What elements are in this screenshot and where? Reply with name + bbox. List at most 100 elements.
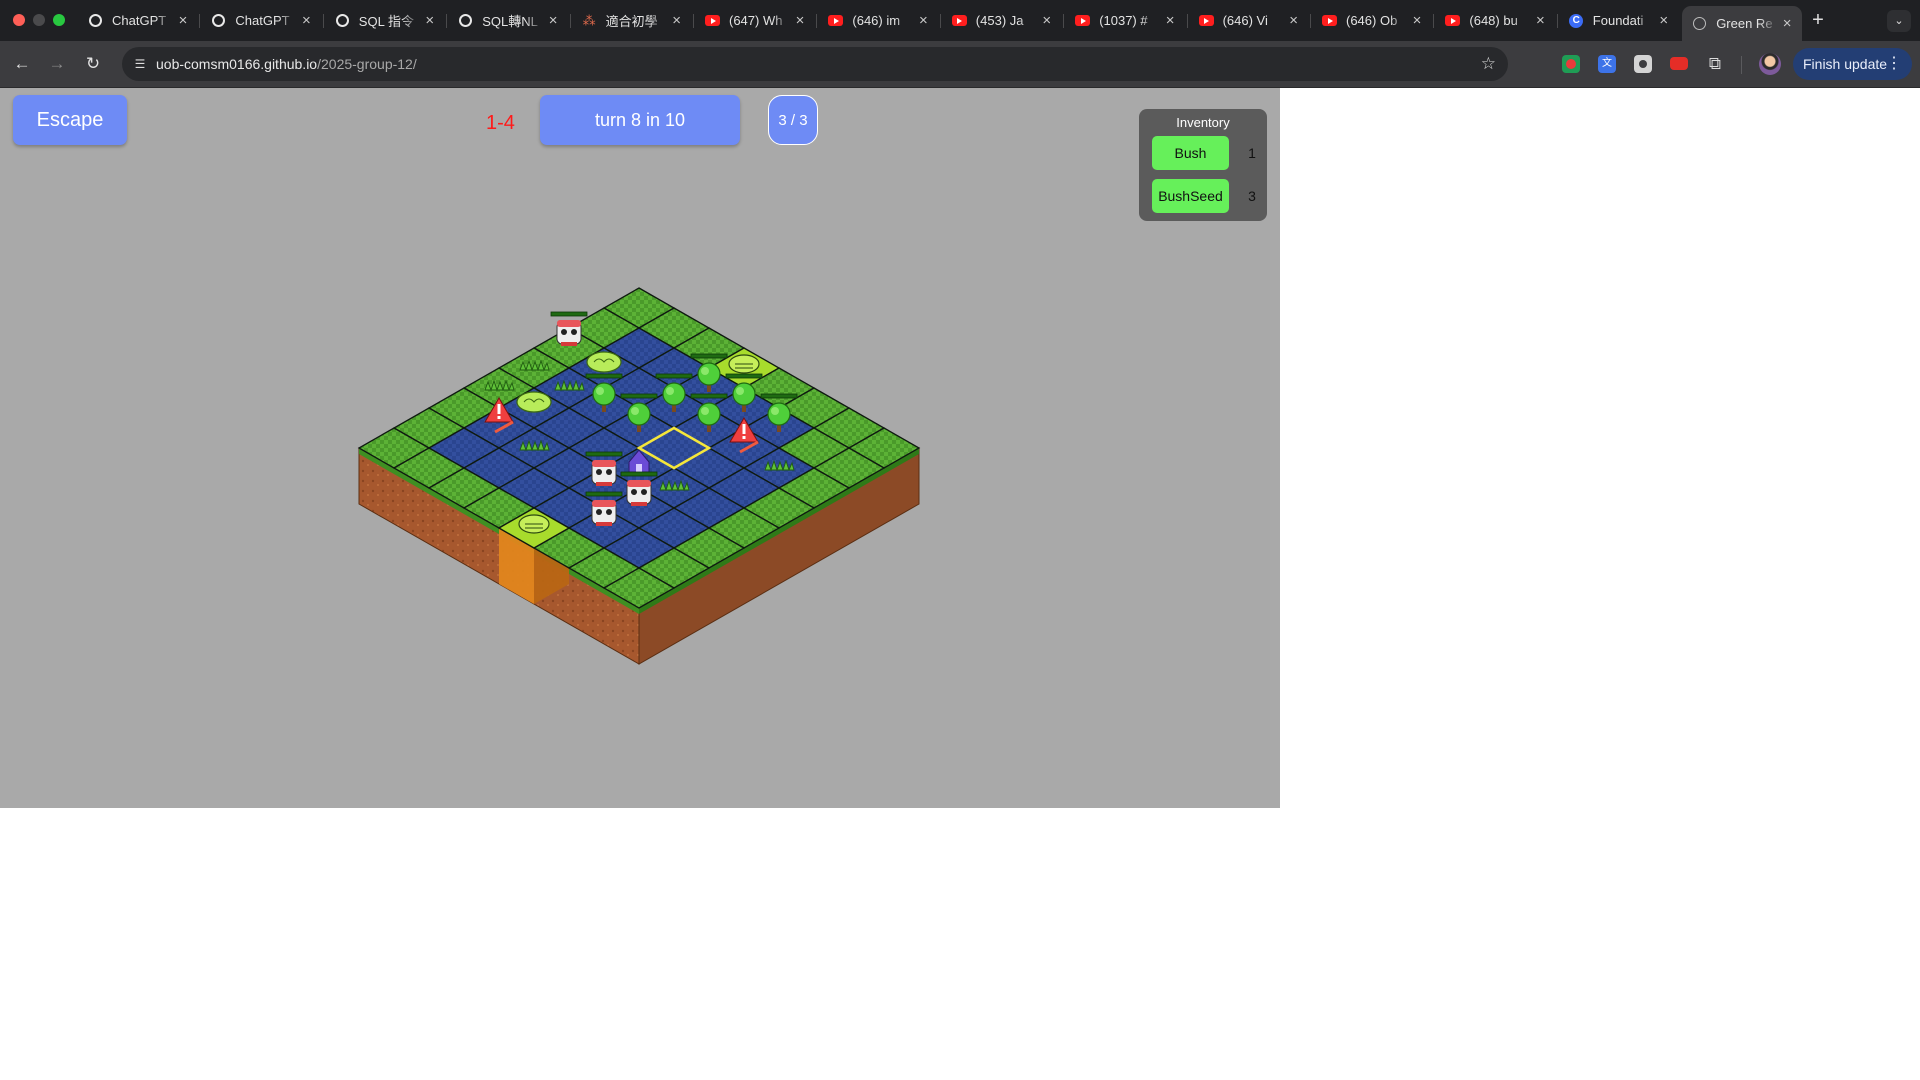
- extension-youtube-icon[interactable]: [1670, 57, 1688, 70]
- browser-tab[interactable]: (1037) # ×: [1065, 6, 1185, 35]
- robot-eye: [571, 329, 577, 335]
- inventory-panel: Inventory Bush 1 BushSeed 3: [1139, 109, 1267, 221]
- extension-translate-icon[interactable]: 文: [1598, 55, 1616, 73]
- close-tab-icon[interactable]: ×: [1408, 12, 1426, 29]
- browser-tab[interactable]: Green Re ×: [1682, 6, 1803, 41]
- tab-title: ChatGPT: [112, 13, 167, 28]
- more-menu-icon[interactable]: ⋮: [1886, 48, 1902, 80]
- tab-separator: [1063, 14, 1065, 28]
- warning-mark: [497, 404, 501, 414]
- tree-highlight: [666, 387, 674, 395]
- tab-search-button[interactable]: ⌄: [1887, 10, 1911, 32]
- url-text[interactable]: uob-comsm0166.github.io/2025-group-12/: [156, 56, 417, 72]
- tab-separator: [1186, 14, 1188, 28]
- youtube-icon: [1445, 13, 1461, 28]
- tree-canopy: [732, 382, 756, 406]
- tab-separator: [446, 14, 448, 28]
- browser-tab[interactable]: SQL 指令 ×: [325, 6, 445, 35]
- browser-toolbar: ← → ↻ ☰ uob-comsm0166.github.io/2025-gro…: [0, 41, 1920, 88]
- warning-mark: [742, 424, 746, 434]
- close-tab-icon[interactable]: ×: [421, 12, 439, 29]
- close-tab-icon[interactable]: ×: [174, 12, 192, 29]
- turn-counter-button[interactable]: turn 8 in 10: [540, 95, 740, 145]
- health-bar: [655, 373, 693, 379]
- tab-title: (646) Vi: [1222, 13, 1268, 28]
- forward-arrow-icon[interactable]: →: [44, 51, 70, 77]
- robot-cap: [592, 500, 616, 507]
- extension-record-icon[interactable]: [1562, 55, 1580, 73]
- new-tab-button[interactable]: +: [1808, 8, 1828, 32]
- close-tab-icon[interactable]: ×: [1655, 12, 1673, 29]
- warning-dot: [497, 416, 501, 419]
- address-bar[interactable]: ☰ uob-comsm0166.github.io/2025-group-12/…: [122, 47, 1508, 81]
- close-tab-icon[interactable]: ×: [1531, 12, 1549, 29]
- health-bar: [620, 393, 658, 399]
- close-tab-icon[interactable]: ×: [1778, 15, 1796, 32]
- tab-title: SQL 指令: [358, 14, 414, 29]
- close-tab-icon[interactable]: ×: [544, 12, 562, 29]
- robot-cap: [627, 480, 651, 487]
- window-close-button[interactable]: [13, 14, 25, 26]
- window-maximize-button[interactable]: [53, 14, 65, 26]
- game-canvas[interactable]: Escape 1-4 turn 8 in 10 3 / 3 Inventory …: [0, 88, 1280, 808]
- browser-tab[interactable]: (646) im ×: [818, 6, 938, 35]
- back-arrow-icon[interactable]: ←: [9, 51, 35, 77]
- browser-tab[interactable]: ⁂ 適合初學 ×: [572, 6, 692, 35]
- progress-badge[interactable]: 3 / 3: [768, 95, 818, 145]
- robot-eye: [641, 489, 647, 495]
- robot-feet: [561, 342, 577, 346]
- reload-icon[interactable]: ↻: [80, 51, 106, 77]
- browser-tab[interactable]: (453) Ja ×: [942, 6, 1062, 35]
- browser-tab[interactable]: (646) Vi ×: [1189, 6, 1309, 35]
- browser-tab[interactable]: (646) Ob ×: [1312, 6, 1432, 35]
- health-bar: [585, 491, 623, 497]
- browser-tab-strip: ChatGPT × ChatGPT × SQL 指令 × SQL轉NL × ⁂ 適合初學 × (647…: [0, 0, 1920, 41]
- tab-separator: [1556, 14, 1558, 28]
- inventory-count-bushseed: 3: [1248, 188, 1256, 204]
- finish-update-button[interactable]: Finish update ⋮: [1793, 48, 1912, 80]
- tree-canopy: [697, 402, 721, 426]
- window-minimize-button[interactable]: [33, 14, 45, 26]
- isometric-board[interactable]: [0, 88, 1280, 808]
- close-tab-icon[interactable]: ×: [1285, 12, 1303, 29]
- browser-tab[interactable]: SQL轉NL ×: [448, 6, 568, 35]
- youtube-icon: [1075, 13, 1091, 28]
- robot-eye: [631, 489, 637, 495]
- browser-tab[interactable]: ChatGPT ×: [201, 6, 321, 35]
- close-tab-icon[interactable]: ×: [1161, 12, 1179, 29]
- bookmark-star-icon[interactable]: ☆: [1481, 54, 1496, 74]
- tab-title: Foundati: [1592, 13, 1644, 28]
- inventory-item-bushseed[interactable]: BushSeed: [1152, 179, 1229, 213]
- tree-highlight: [701, 367, 709, 375]
- tree-canopy: [592, 382, 616, 406]
- tree-canopy: [767, 402, 791, 426]
- chatgpt-icon: [211, 13, 226, 28]
- tree-canopy: [697, 362, 721, 386]
- tree-canopy: [627, 402, 651, 426]
- tab-title: (648) bu: [1469, 13, 1518, 28]
- site-settings-icon[interactable]: ☰: [130, 54, 150, 74]
- youtube-icon: [1322, 13, 1337, 28]
- browser-tab[interactable]: (647) Wh ×: [695, 6, 815, 35]
- close-tab-icon[interactable]: ×: [668, 12, 686, 29]
- health-bar: [585, 451, 623, 457]
- close-tab-icon[interactable]: ×: [914, 12, 932, 29]
- close-tab-icon[interactable]: ×: [791, 12, 809, 29]
- close-tab-icon[interactable]: ×: [1038, 12, 1056, 29]
- browser-tab[interactable]: ChatGPT ×: [78, 6, 198, 35]
- tab-separator: [199, 14, 201, 28]
- profile-avatar[interactable]: [1759, 53, 1781, 75]
- extensions-puzzle-icon[interactable]: ⧉: [1706, 55, 1724, 73]
- close-tab-icon[interactable]: ×: [297, 12, 315, 29]
- browser-tab[interactable]: (648) bu ×: [1435, 6, 1555, 35]
- health-bar: [550, 311, 588, 317]
- browser-tab[interactable]: C Foundati ×: [1559, 6, 1679, 35]
- extension-camera-icon[interactable]: [1634, 55, 1652, 73]
- escape-button[interactable]: Escape: [13, 95, 127, 145]
- tab-separator: [816, 14, 818, 28]
- inventory-item-bush[interactable]: Bush: [1152, 136, 1229, 170]
- youtube-icon: [705, 13, 720, 28]
- tree-highlight: [771, 407, 779, 415]
- tab-separator: [569, 14, 571, 28]
- robot-feet: [596, 522, 612, 526]
